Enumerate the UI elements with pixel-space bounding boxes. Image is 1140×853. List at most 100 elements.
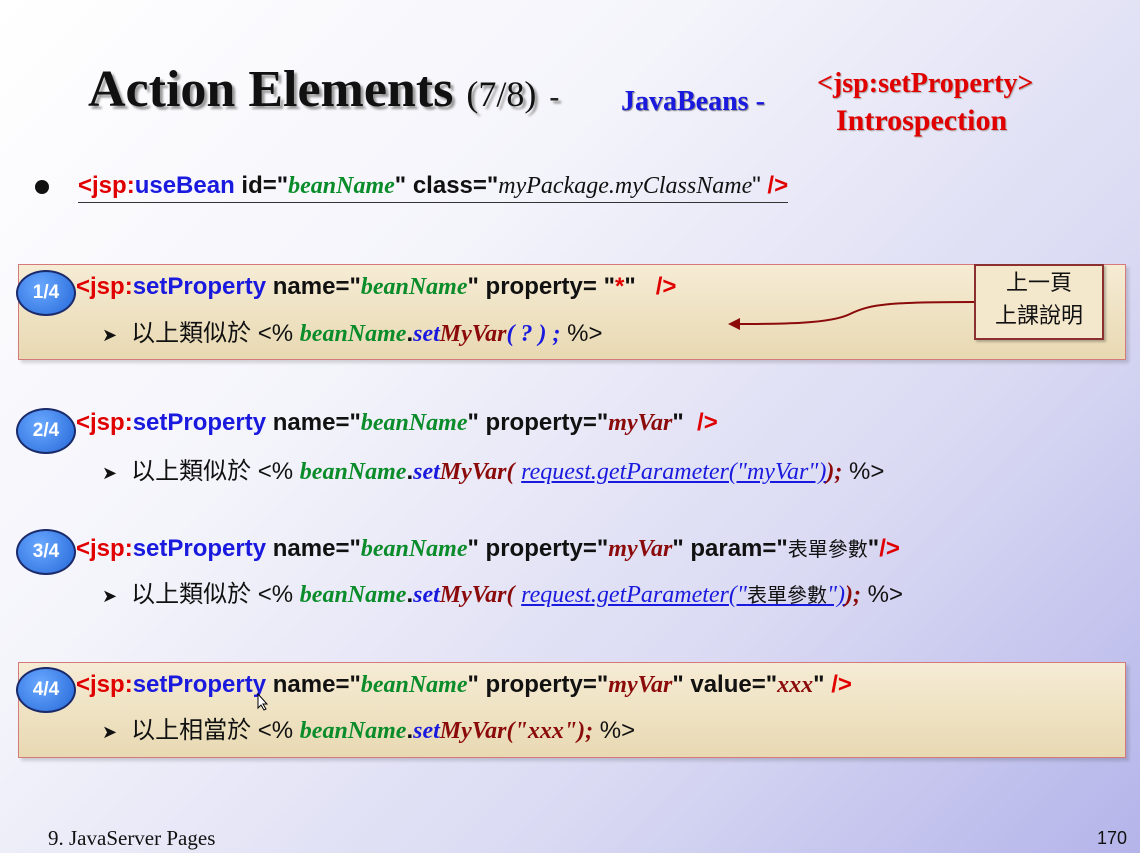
property-val: myVar xyxy=(608,672,673,698)
value-val: xxx xyxy=(777,672,814,698)
desc-arg: ( ? ) ; xyxy=(506,321,561,347)
note-arrow xyxy=(728,301,975,330)
title-main: Action Elements xyxy=(88,61,454,118)
desc-bean: beanName xyxy=(299,582,407,608)
tag-end: /> xyxy=(879,535,900,562)
property-attr: " property=" xyxy=(467,535,609,562)
desc-set: set xyxy=(413,321,440,347)
param-val: 表單參數 xyxy=(787,539,868,561)
badge-3: 3/4 xyxy=(16,529,76,575)
desc-suffix: %> xyxy=(593,717,636,744)
name-attr: name=" xyxy=(266,671,361,698)
usebean-close-quote: " xyxy=(752,172,761,199)
desc-bean: beanName xyxy=(299,321,407,347)
title-dash-2: - xyxy=(755,86,765,117)
desc-prefix: 以上類似於 <% xyxy=(131,320,300,347)
desc-call-b: 表單參數 xyxy=(746,585,827,607)
footer-chapter: 9. JavaServer Pages xyxy=(48,826,216,850)
name-attr: name=" xyxy=(266,409,361,436)
arrow-bullet-icon: ➤ xyxy=(102,463,118,483)
jsp-tag: setProperty xyxy=(132,535,267,562)
value-close: " xyxy=(813,671,825,698)
usebean-end: /> xyxy=(760,172,789,199)
badge-4: 4/4 xyxy=(16,667,76,713)
desc-call-c: ") xyxy=(826,582,846,608)
jsp-prefix: <jsp: xyxy=(76,535,133,562)
jsp-tag: setProperty xyxy=(132,671,267,698)
name-val: beanName xyxy=(360,410,468,436)
name-attr: name=" xyxy=(266,273,361,300)
title-javabeans-text: JavaBeans xyxy=(621,86,749,117)
name-val: beanName xyxy=(360,536,468,562)
usebean-class-attr: " class=" xyxy=(394,172,499,199)
item-4-desc-line: ➤ 以上相當於 <% beanName.setMyVar("xxx"); %> xyxy=(102,710,635,745)
desc-myvar: MyVar xyxy=(439,582,507,608)
bullet-icon xyxy=(35,180,49,194)
desc-arg-b: xxx xyxy=(527,718,564,744)
name-val: beanName xyxy=(360,274,468,300)
desc-bean: beanName xyxy=(299,459,407,485)
title-dash-1: - xyxy=(549,80,560,113)
item-4-tag-line: <jsp:setProperty name="beanName" propert… xyxy=(76,671,852,699)
desc-set: set xyxy=(413,582,440,608)
usebean-class-val: myPackage.myClassName xyxy=(498,173,753,199)
desc-suffix: %> xyxy=(842,458,885,485)
name-val: beanName xyxy=(360,672,468,698)
title-tag: <jsp:setProperty> xyxy=(817,68,1034,99)
desc-close: ); xyxy=(845,582,862,608)
jsp-prefix: <jsp: xyxy=(76,273,133,300)
desc-set: set xyxy=(413,718,440,744)
usebean-id-attr: id=" xyxy=(234,172,289,199)
item-2-desc-line: ➤ 以上類似於 <% beanName.setMyVar( request.get… xyxy=(102,451,884,486)
desc-call: request.getParameter("表單參數") xyxy=(521,582,845,608)
desc-suffix: %> xyxy=(861,581,904,608)
arrow-bullet-icon: ➤ xyxy=(102,722,118,742)
mouse-cursor-icon xyxy=(257,693,269,711)
desc-suffix: %> xyxy=(560,320,603,347)
title-javabeans: JavaBeans - xyxy=(621,86,765,118)
usebean-id-val: beanName xyxy=(288,173,395,199)
badge-2: 2/4 xyxy=(16,408,76,454)
name-attr: name=" xyxy=(266,535,361,562)
jsp-tag: setProperty xyxy=(132,409,267,436)
property-close: " xyxy=(624,273,636,300)
desc-open: ( xyxy=(506,459,515,485)
tag-end: /> xyxy=(655,273,677,300)
usebean-open: <jsp: xyxy=(78,172,135,199)
item-3-tag-line: <jsp:setProperty name="beanName" propert… xyxy=(76,533,900,563)
item-1-tag-line: <jsp:setProperty name="beanName" propert… xyxy=(76,273,676,301)
desc-bean: beanName xyxy=(299,718,407,744)
desc-prefix: 以上類似於 <% xyxy=(131,581,300,608)
value-attr: " value=" xyxy=(672,671,778,698)
property-val: myVar xyxy=(608,536,673,562)
desc-set: set xyxy=(413,459,440,485)
note-line-1: 上一頁 xyxy=(1005,270,1072,295)
desc-arg-c: "); xyxy=(563,718,594,744)
jsp-tag: setProperty xyxy=(132,273,267,300)
badge-1: 1/4 xyxy=(16,270,76,316)
desc-myvar: MyVar xyxy=(439,718,507,744)
previous-page-note[interactable]: 上一頁 上課說明 xyxy=(974,264,1104,340)
desc-prefix: 以上相當於 <% xyxy=(131,717,300,744)
slide-title: Action Elements (7/8) - xyxy=(88,60,559,119)
desc-open: ( xyxy=(506,582,515,608)
property-val: myVar xyxy=(608,410,673,436)
usebean-line: <jsp:useBean id="beanName" class="myPack… xyxy=(78,172,789,203)
desc-prefix: 以上類似於 <% xyxy=(131,458,300,485)
jsp-prefix: <jsp: xyxy=(76,409,133,436)
item-1-desc-line: ➤ 以上類似於 <% beanName.setMyVar( ? ) ; %> xyxy=(102,313,603,348)
usebean-tag: useBean xyxy=(134,172,235,199)
jsp-prefix: <jsp: xyxy=(76,671,133,698)
item-2-tag-line: <jsp:setProperty name="beanName" propert… xyxy=(76,409,718,437)
property-attr: " property=" xyxy=(467,671,609,698)
property-attr: " property= " xyxy=(467,273,615,300)
desc-myvar: MyVar xyxy=(439,321,507,347)
property-val: * xyxy=(614,273,625,300)
title-part: (7/8) xyxy=(466,74,537,114)
arrow-bullet-icon: ➤ xyxy=(102,325,118,345)
desc-call-a: request.getParameter(" xyxy=(521,582,747,608)
title-sub: Introspection xyxy=(836,104,1008,137)
param-attr: " param=" xyxy=(672,535,788,562)
property-attr: " property=" xyxy=(467,409,609,436)
desc-arg-a: (" xyxy=(506,718,528,744)
